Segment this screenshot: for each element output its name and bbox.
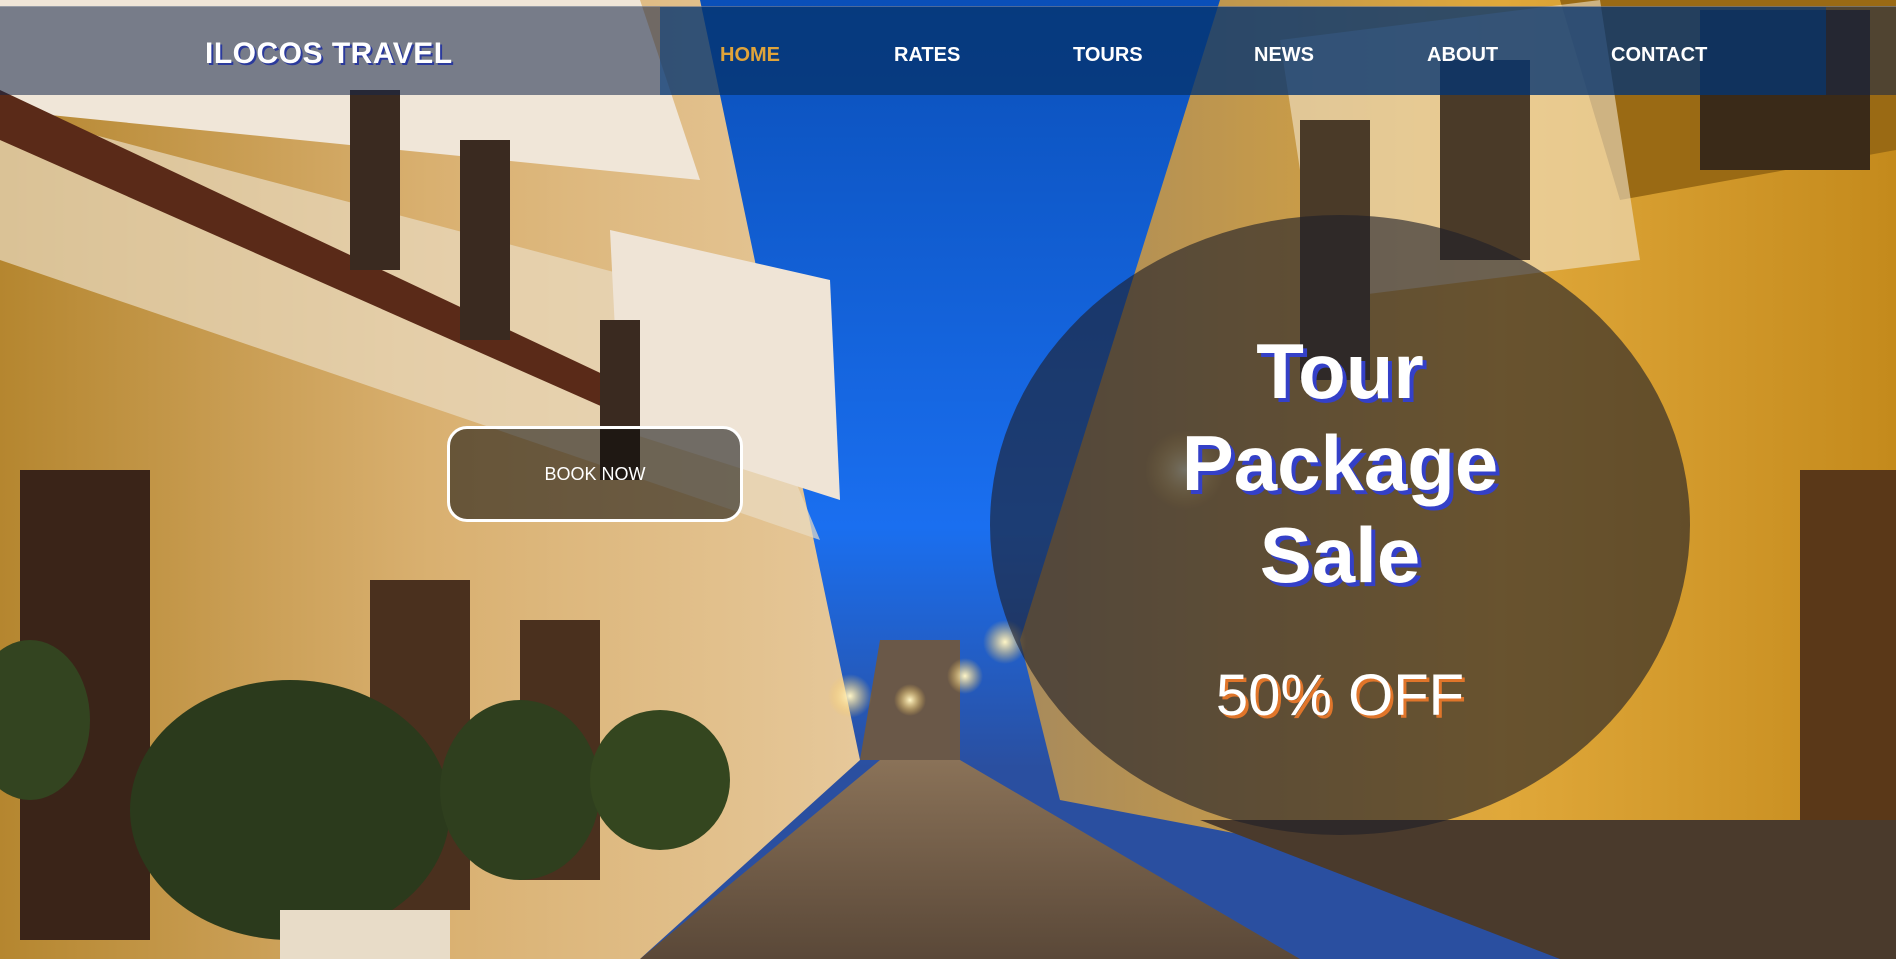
nav-item-rates[interactable]: RATES bbox=[894, 44, 960, 67]
promo-title-line: Tour bbox=[1256, 327, 1424, 415]
nav-item-contact[interactable]: CONTACT bbox=[1611, 44, 1707, 67]
nav-item-tours[interactable]: TOURS bbox=[1073, 44, 1143, 67]
hero-section: ILOCOS TRAVEL HOME RATES TOURS NEWS ABOU… bbox=[0, 0, 1896, 959]
top-navbar: ILOCOS TRAVEL HOME RATES TOURS NEWS ABOU… bbox=[0, 6, 1896, 95]
book-now-button[interactable]: BOOK NOW bbox=[447, 426, 743, 522]
nav-item-home[interactable]: HOME bbox=[720, 44, 780, 67]
promo-title: Tour Package Sale bbox=[1140, 325, 1540, 601]
nav-item-about[interactable]: ABOUT bbox=[1427, 44, 1498, 67]
promo-title-line: Package bbox=[1181, 419, 1499, 507]
promo-discount: 50% OFF bbox=[1215, 663, 1465, 728]
nav-item-news[interactable]: NEWS bbox=[1254, 44, 1314, 67]
promo-title-line: Sale bbox=[1259, 511, 1421, 599]
site-logo[interactable]: ILOCOS TRAVEL bbox=[205, 37, 453, 71]
